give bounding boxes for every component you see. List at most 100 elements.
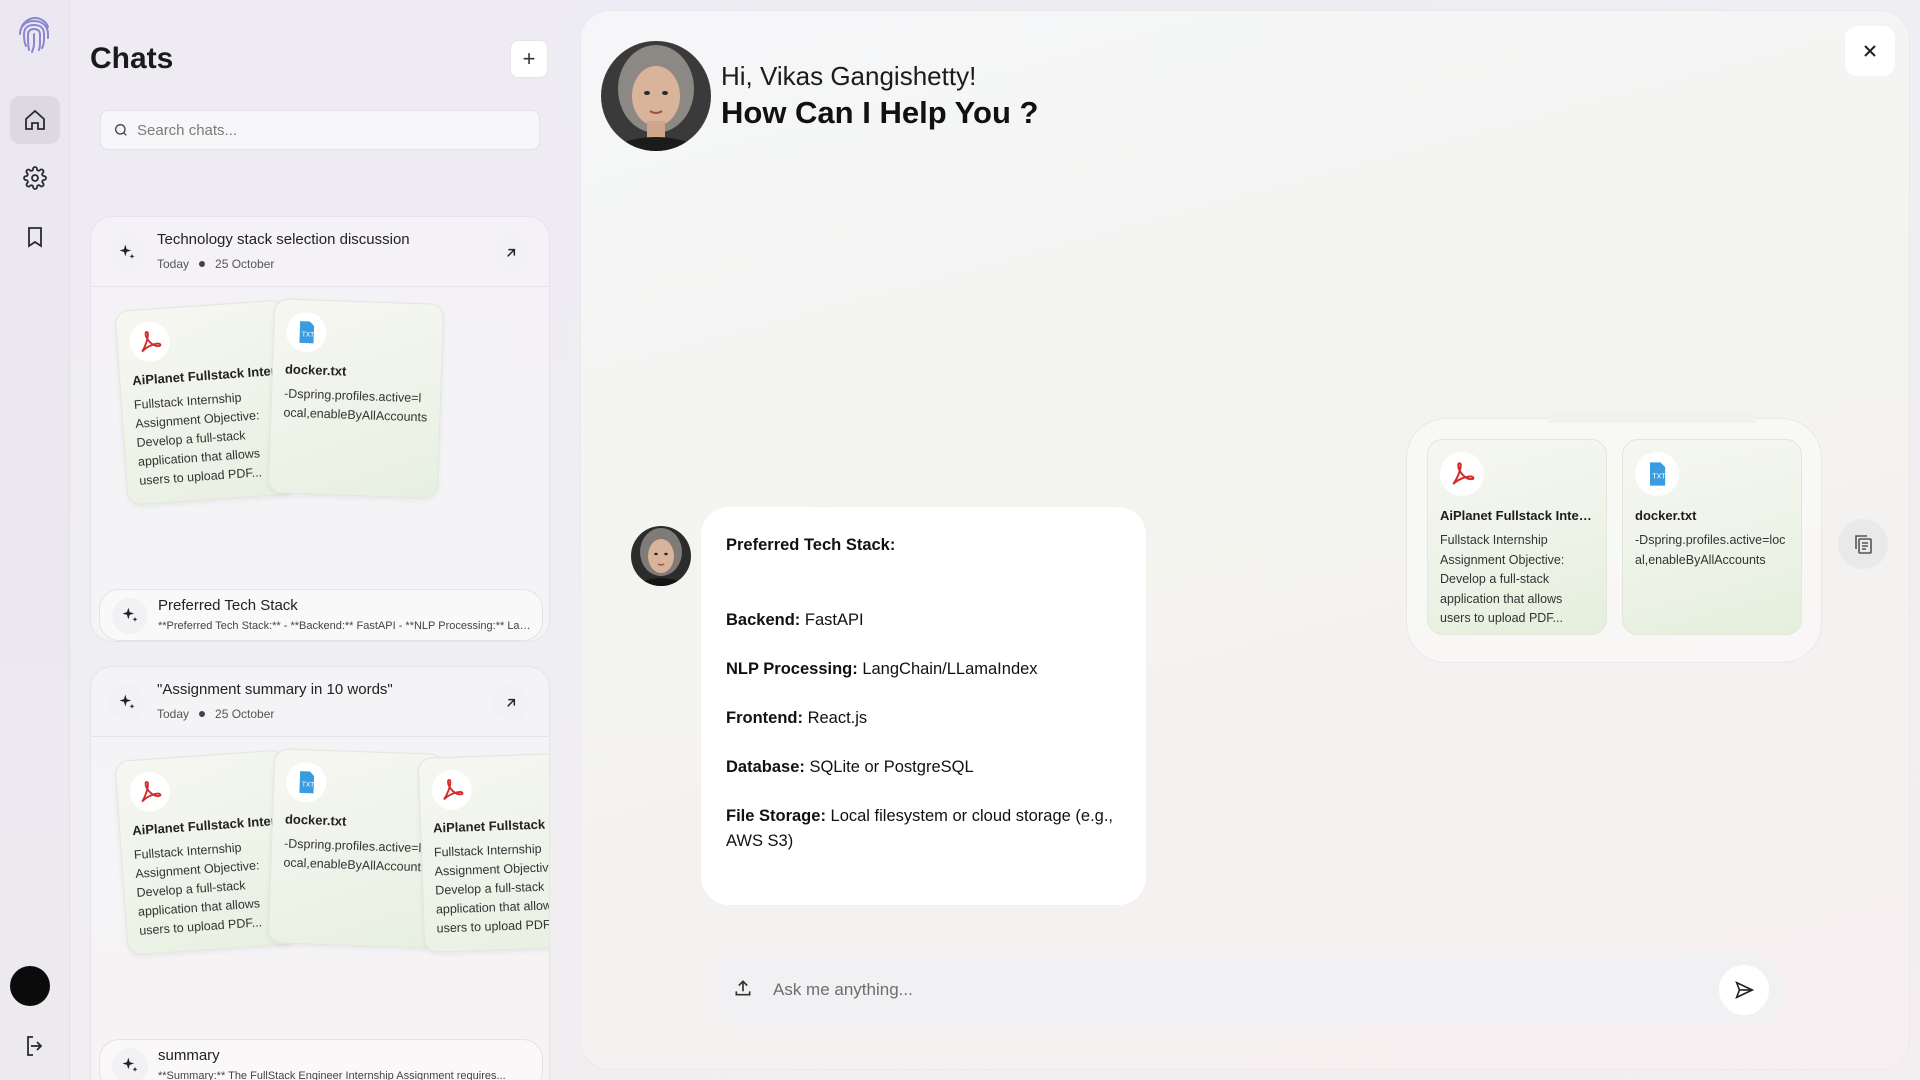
chat-main: Hi, Vikas Gangishetty! How Can I Help Yo…	[580, 10, 1910, 1070]
txt-file-icon: TXT	[1635, 452, 1679, 496]
headline-text: How Can I Help You ?	[721, 95, 1039, 130]
summary-text: **Preferred Tech Stack:** - **Backend:**…	[158, 620, 532, 632]
logout-button[interactable]	[10, 1022, 60, 1070]
separator-dot	[199, 711, 206, 717]
chat-title: "Assignment summary in 10 words"	[157, 681, 393, 698]
message-composer	[711, 954, 1781, 1026]
assistant-message-avatar	[631, 526, 691, 586]
doc-name: docker.txt	[284, 811, 347, 829]
doc-name: AiPlanet Fullstack Internship Assignment	[131, 363, 277, 389]
message-line: Frontend: React.js	[726, 706, 1121, 731]
assistant-avatar	[601, 41, 711, 151]
doc-card-txt[interactable]: TXT docker.txt -Dspring.profiles.active=…	[267, 298, 445, 499]
attachment-card-pdf[interactable]: AiPlanet Fullstack Intern... Fullstack I…	[1427, 439, 1607, 635]
close-icon	[1864, 45, 1876, 57]
txt-file-icon: TXT	[285, 761, 327, 803]
line-label: Database:	[726, 758, 805, 776]
chat-docs: AiPlanet Fullstack Internship Assignment…	[91, 287, 549, 547]
close-button[interactable]	[1845, 26, 1895, 76]
attachment-snippet: Fullstack Internship Assignment Objectiv…	[1440, 533, 1565, 625]
assistant-message-bubble: Preferred Tech Stack: Backend: FastAPI N…	[701, 507, 1146, 905]
line-label: Frontend:	[726, 709, 803, 727]
chat-card-header: Technology stack selection discussion To…	[91, 217, 549, 287]
sparkle-icon	[112, 598, 148, 634]
separator-dot	[199, 261, 206, 267]
summary-title: summary	[158, 1047, 220, 1064]
line-label: File Storage:	[726, 807, 826, 825]
copy-icon	[1855, 535, 1872, 554]
send-icon	[1735, 981, 1755, 999]
chat-summary-row[interactable]: Preferred Tech Stack **Preferred Tech St…	[99, 589, 543, 641]
home-nav-button[interactable]	[10, 96, 60, 144]
chat-date: Today 25 October	[157, 257, 274, 271]
doc-name: AiPlanet Fullstack Internship Assignment	[131, 813, 277, 839]
chat-card[interactable]: "Assignment summary in 10 words" Today 2…	[90, 666, 550, 1080]
line-label: Backend:	[726, 611, 801, 629]
new-chat-button[interactable]: +	[510, 40, 548, 78]
upload-icon	[735, 979, 751, 995]
bookmark-icon	[28, 227, 42, 248]
open-chat-button[interactable]	[493, 685, 529, 721]
line-value: SQLite or PostgreSQL	[809, 758, 974, 776]
home-icon	[25, 109, 45, 130]
settings-icon	[23, 166, 47, 190]
date-value: 25 October	[215, 257, 275, 271]
user-avatar[interactable]	[10, 966, 50, 1006]
sparkle-icon	[112, 1048, 148, 1080]
nav-rail	[0, 0, 70, 1080]
pdf-icon	[128, 320, 171, 364]
doc-snippet: Fullstack Internship Assignment Objectiv…	[433, 841, 549, 936]
search-input[interactable]	[137, 121, 517, 139]
sparkle-icon	[109, 685, 145, 721]
message-line: File Storage: Local filesystem or cloud …	[726, 804, 1121, 854]
summary-text: **Summary:** The FullStack Engineer Inte…	[158, 1070, 506, 1080]
attachments-group: AiPlanet Fullstack Intern... Fullstack I…	[1406, 411, 1822, 663]
arrow-up-right-icon	[507, 698, 516, 707]
chat-card[interactable]: Technology stack selection discussion To…	[90, 216, 550, 642]
summary-title: Preferred Tech Stack	[158, 597, 298, 614]
line-value: LangChain/LLamaIndex	[862, 660, 1038, 678]
message-input[interactable]	[773, 980, 1673, 1000]
chat-search	[100, 110, 540, 150]
chats-title: Chats	[90, 42, 174, 75]
attachment-name: docker.txt	[1635, 508, 1697, 523]
doc-name: AiPlanet Fullstack Internship Assignment	[432, 816, 549, 836]
logout-icon	[27, 1036, 43, 1056]
pdf-icon	[128, 770, 171, 814]
fingerprint-logo-icon[interactable]	[12, 12, 56, 56]
line-value: React.js	[807, 709, 868, 727]
attachment-snippet: -Dspring.profiles.active=local,enableByA…	[1635, 533, 1786, 567]
date-label: Today	[157, 257, 190, 271]
chat-card-header: "Assignment summary in 10 words" Today 2…	[91, 667, 549, 737]
date-value: 25 October	[215, 707, 275, 721]
arrow-up-right-icon	[507, 248, 516, 257]
line-value: FastAPI	[804, 611, 864, 629]
doc-snippet: Fullstack Internship Assignment Objectiv…	[133, 840, 263, 938]
svg-text:TXT: TXT	[1651, 473, 1666, 481]
date-label: Today	[157, 707, 190, 721]
message-line: NLP Processing: LangChain/LLamaIndex	[726, 657, 1121, 682]
message-line: Database: SQLite or PostgreSQL	[726, 755, 1121, 780]
pdf-icon	[431, 769, 473, 811]
send-button[interactable]	[1719, 965, 1769, 1015]
attachment-card-txt[interactable]: TXT docker.txt -Dspring.profiles.active=…	[1622, 439, 1802, 635]
copy-attachments-button[interactable]	[1838, 519, 1888, 569]
message-line: Backend: FastAPI	[726, 608, 1121, 633]
doc-card-pdf[interactable]: AiPlanet Fullstack Internship Assignment…	[417, 752, 549, 953]
svg-text:TXT: TXT	[301, 780, 315, 788]
attachment-name: AiPlanet Fullstack Intern...	[1440, 508, 1594, 523]
search-icon	[115, 124, 127, 136]
upload-button[interactable]	[733, 978, 753, 1003]
chat-title: Technology stack selection discussion	[157, 231, 410, 248]
attachments-tab	[1547, 411, 1757, 423]
line-label: NLP Processing:	[726, 660, 858, 678]
chat-summary-row[interactable]: summary **Summary:** The FullStack Engin…	[99, 1039, 543, 1080]
open-chat-button[interactable]	[493, 235, 529, 271]
bookmarks-nav-button[interactable]	[10, 213, 60, 261]
txt-file-icon: TXT	[285, 311, 327, 353]
settings-nav-button[interactable]	[10, 154, 60, 202]
doc-snippet: -Dspring.profiles.active=local,enableByA…	[283, 836, 428, 875]
doc-snippet: Fullstack Internship Assignment Objectiv…	[133, 390, 263, 488]
sparkle-icon	[109, 235, 145, 271]
svg-text:TXT: TXT	[301, 330, 315, 338]
